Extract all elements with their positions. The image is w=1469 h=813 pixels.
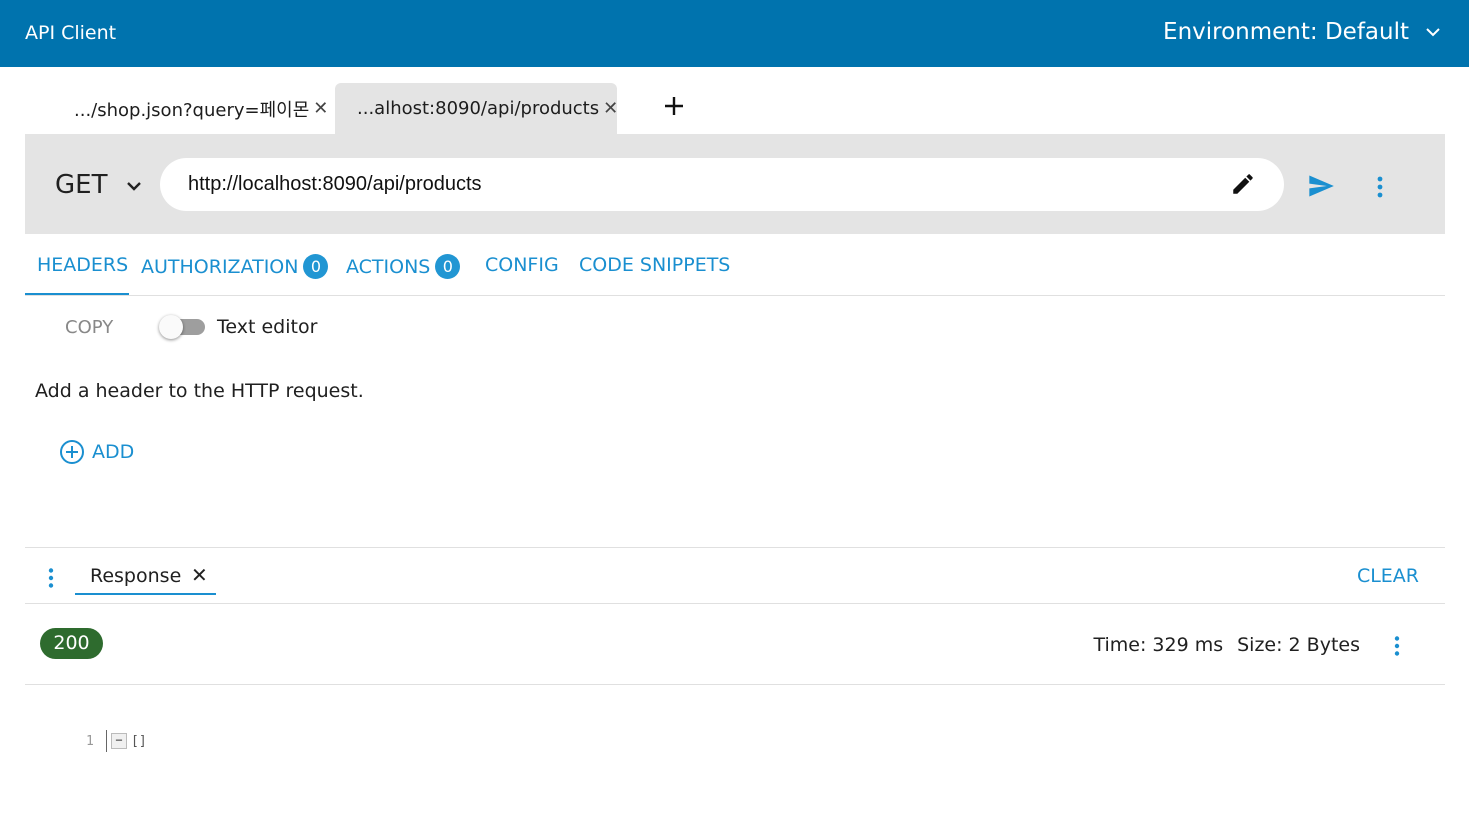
tab-label: .../shop.json?query=페이몬: [74, 99, 310, 121]
response-bar: Response ✕ CLEAR: [25, 547, 1445, 604]
response-size: Size: 2 Bytes: [1237, 634, 1360, 656]
tab-headers-label: HEADERS: [37, 254, 129, 276]
request-tab-bar: .../shop.json?query=페이몬 ✕ ...alhost:8090…: [0, 67, 1469, 134]
request-tab-products[interactable]: ...alhost:8090/api/products ✕: [335, 83, 618, 134]
add-header-label: ADD: [92, 441, 135, 463]
copy-button[interactable]: COPY: [65, 317, 113, 338]
plus-icon[interactable]: [661, 93, 687, 119]
environment-selector[interactable]: Environment: Default: [1163, 19, 1441, 45]
text-editor-toggle[interactable]: [159, 315, 205, 339]
send-icon[interactable]: [1306, 172, 1336, 200]
url-text[interactable]: http://localhost:8090/api/products: [188, 173, 482, 196]
response-status-row: 200 Time: 329 ms Size: 2 Bytes: [25, 603, 1445, 685]
tab-headers[interactable]: HEADERS: [37, 254, 128, 276]
clear-button[interactable]: CLEAR: [1357, 565, 1419, 587]
toggle-knob: [159, 315, 183, 339]
pencil-icon[interactable]: [1230, 171, 1256, 197]
more-vert-icon[interactable]: [1374, 175, 1386, 199]
tab-authorization[interactable]: AUTHORIZATION 0: [141, 254, 329, 279]
close-icon[interactable]: ✕: [603, 98, 618, 119]
status-badge: 200: [40, 628, 103, 659]
chevron-down-icon[interactable]: [125, 177, 143, 195]
line-number: 1: [86, 733, 94, 749]
empty-headers-hint: Add a header to the HTTP request.: [35, 380, 364, 402]
tab-actions-label: ACTIONS: [346, 255, 431, 278]
count-badge: 0: [435, 254, 461, 279]
chevron-down-icon: [1426, 28, 1440, 37]
close-icon[interactable]: ✕: [313, 98, 328, 119]
response-body-text: []: [131, 733, 147, 749]
tab-label: ...alhost:8090/api/products: [357, 98, 600, 119]
fold-toggle[interactable]: −: [111, 733, 127, 749]
response-body[interactable]: 1 − []: [86, 730, 147, 752]
add-header-button[interactable]: ADD: [59, 439, 134, 465]
url-input[interactable]: http://localhost:8090/api/products: [160, 158, 1284, 211]
response-tab-label: Response: [90, 565, 182, 587]
add-circle-icon: [60, 440, 84, 464]
tab-config-label: CONFIG: [485, 254, 559, 276]
environment-label: Environment: Default: [1163, 19, 1409, 45]
more-vert-icon[interactable]: [1392, 635, 1402, 657]
request-section-tabs: HEADERS AUTHORIZATION 0 ACTIONS 0 CONFIG…: [25, 234, 1445, 296]
text-editor-label: Text editor: [217, 316, 318, 338]
active-tab-indicator: [25, 293, 129, 295]
request-tab-shop[interactable]: .../shop.json?query=페이몬 ✕: [74, 83, 328, 134]
app-header: API Client Environment: Default: [0, 0, 1469, 67]
tab-code-snippets[interactable]: CODE SNIPPETS: [579, 254, 730, 276]
gutter-divider: [106, 730, 107, 752]
tab-config[interactable]: CONFIG: [485, 254, 559, 276]
tab-actions[interactable]: ACTIONS 0: [346, 254, 461, 279]
more-vert-icon[interactable]: [46, 567, 56, 589]
app-title: API Client: [25, 22, 117, 44]
url-bar: GET http://localhost:8090/api/products: [25, 134, 1445, 234]
tab-code-snippets-label: CODE SNIPPETS: [579, 254, 731, 276]
response-stats: Time: 329 ms Size: 2 Bytes: [1093, 634, 1360, 656]
close-icon[interactable]: ✕: [191, 563, 208, 587]
response-time: Time: 329 ms: [1093, 634, 1224, 656]
count-badge: 0: [303, 254, 329, 279]
response-tab[interactable]: Response ✕: [75, 563, 216, 595]
tab-authorization-label: AUTHORIZATION: [141, 255, 299, 278]
method-select[interactable]: GET: [55, 170, 107, 200]
